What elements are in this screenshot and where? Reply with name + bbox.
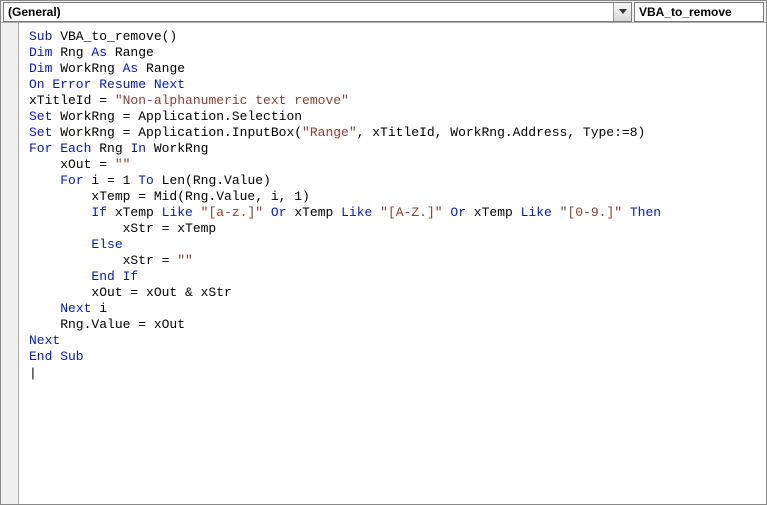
procedure-dropdown-value: VBA_to_remove	[639, 5, 732, 19]
code-line: xTemp = Mid(Rng.Value, i, 1)	[29, 189, 762, 205]
code-line: End Sub	[29, 349, 762, 365]
code-line: End If	[29, 269, 762, 285]
object-dropdown-value: (General)	[8, 5, 61, 19]
text-cursor: |	[29, 366, 30, 380]
margin-indicator-bar	[1, 23, 19, 504]
code-line: For Each Rng In WorkRng	[29, 141, 762, 157]
code-line: |	[29, 365, 762, 381]
object-dropdown[interactable]: (General)	[3, 2, 632, 22]
code-line: xStr = xTemp	[29, 221, 762, 237]
code-line: Rng.Value = xOut	[29, 317, 762, 333]
code-line: xStr = ""	[29, 253, 762, 269]
code-line: Set WorkRng = Application.InputBox("Rang…	[29, 125, 762, 141]
code-line: Sub VBA_to_remove()	[29, 29, 762, 45]
code-line: Dim Rng As Range	[29, 45, 762, 61]
code-line: Dim WorkRng As Range	[29, 61, 762, 77]
code-line: Else	[29, 237, 762, 253]
procedure-dropdown[interactable]: VBA_to_remove	[634, 2, 764, 22]
chevron-down-icon	[613, 3, 631, 21]
code-line: xOut = xOut & xStr	[29, 285, 762, 301]
code-line: If xTemp Like "[a-z.]" Or xTemp Like "[A…	[29, 205, 762, 221]
code-line: On Error Resume Next	[29, 77, 762, 93]
code-line: xOut = ""	[29, 157, 762, 173]
toolbar: (General) VBA_to_remove	[1, 1, 766, 23]
code-line: Next	[29, 333, 762, 349]
code-line: For i = 1 To Len(Rng.Value)	[29, 173, 762, 189]
code-line: Next i	[29, 301, 762, 317]
code-line: Set WorkRng = Application.Selection	[29, 109, 762, 125]
code-line: xTitleId = "Non-alphanumeric text remove…	[29, 93, 762, 109]
editor-area: Sub VBA_to_remove()Dim Rng As RangeDim W…	[1, 23, 766, 504]
code-editor[interactable]: Sub VBA_to_remove()Dim Rng As RangeDim W…	[19, 23, 766, 504]
